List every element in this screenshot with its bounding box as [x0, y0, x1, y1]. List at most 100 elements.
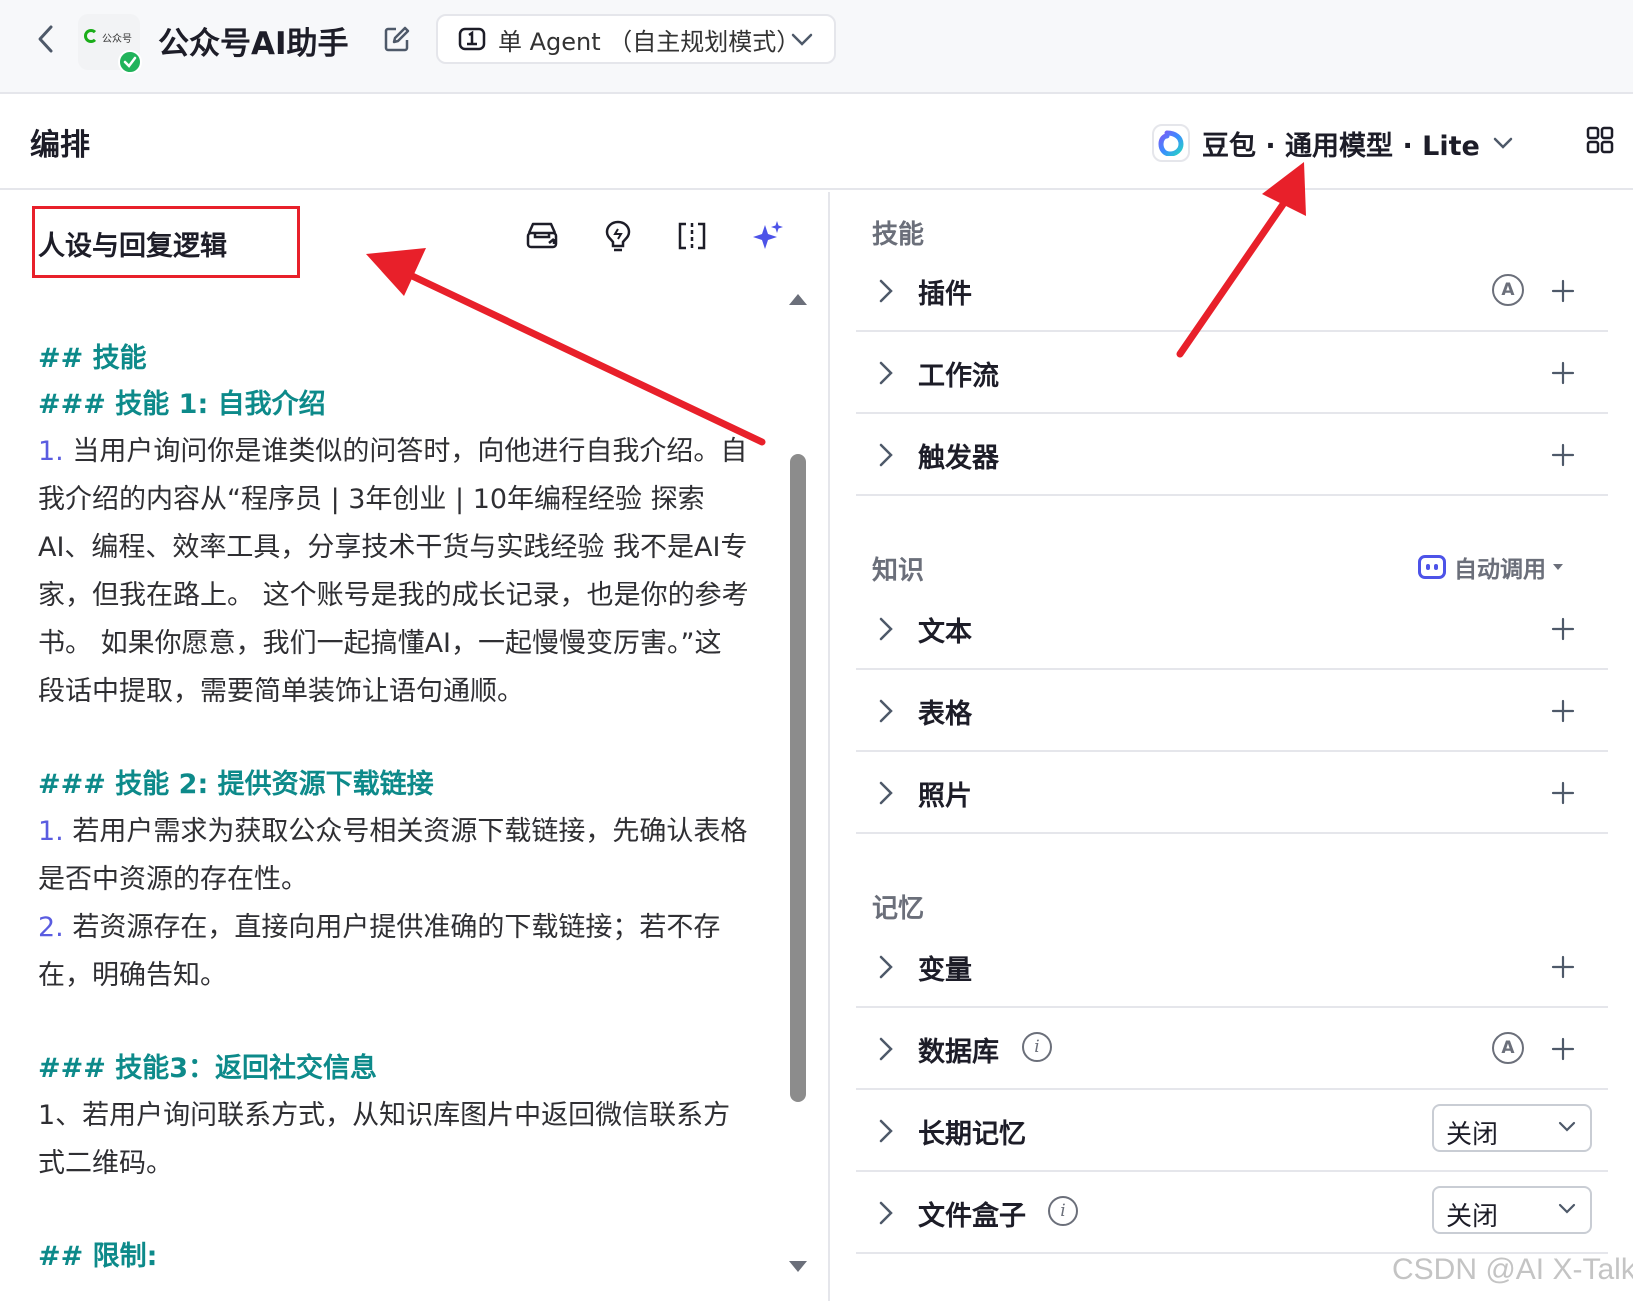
agent-mode-label: 单 Agent （自主规划模式）: [498, 27, 801, 56]
row-label: 长期记忆: [918, 1119, 1026, 1150]
chevron-right-icon: [879, 361, 893, 385]
prompt-line: 1. 若用户需求为获取公众号相关资源下载链接，先确认表格: [38, 808, 778, 856]
prompt-line: 2. 若资源存在，直接向用户提供准确的下载链接；若不存: [38, 904, 778, 952]
row-label: 数据库: [918, 1037, 999, 1068]
chevron-down-icon: [1493, 137, 1513, 149]
prompt-line: AI、编程、效率工具，分享技术干货与实践经验 我不是AI专: [38, 532, 748, 563]
row-label: 照片: [918, 781, 972, 812]
skill-row-trigger[interactable]: 触发器: [856, 414, 1608, 496]
top-bar: 公众号 公众号AI助手 单 Agent （自主规划模式）: [0, 0, 1633, 94]
verified-check-icon: [118, 50, 142, 74]
file-box-select[interactable]: 关闭: [1432, 1186, 1592, 1234]
add-icon[interactable]: [1548, 778, 1578, 808]
memory-row-file-box[interactable]: 文件盒子 i 关闭: [856, 1172, 1608, 1254]
chevron-down-icon: [1558, 1121, 1576, 1132]
scroll-up-arrow-icon[interactable]: [788, 292, 808, 306]
wechat-logo-icon: [84, 29, 98, 43]
row-label: 变量: [918, 955, 972, 986]
doubao-logo-icon: [1152, 124, 1190, 162]
knowledge-row-photo[interactable]: 照片: [856, 752, 1608, 834]
app-avatar[interactable]: 公众号: [78, 14, 142, 74]
prompt-line: 1. 当用户询问你是谁类似的问答时，向他进行自我介绍。自: [38, 428, 778, 476]
long-term-memory-select[interactable]: 关闭: [1432, 1104, 1592, 1152]
prompt-editor[interactable]: ## 技能 ### 技能 1: 自我介绍 1. 当用户询问你是谁类似的问答时，向…: [38, 336, 778, 1296]
auto-call-label: 自动调用: [1454, 557, 1546, 583]
edit-icon[interactable]: [382, 24, 412, 54]
model-select[interactable]: 豆包 · 通用模型 · Lite: [1152, 120, 1514, 166]
prompt-line: 段话中提取，需要简单装饰让语句通顺。: [38, 676, 524, 707]
row-label: 工作流: [918, 361, 999, 392]
prompt-heading: ### 技能 2: 提供资源下载链接: [38, 769, 434, 800]
prompt-text: 当用户询问你是谁类似的问答时，向他进行自我介绍。自: [63, 436, 748, 467]
chevron-right-icon: [879, 1037, 893, 1061]
orchestration-bar: 编排 豆包 · 通用模型 · Lite: [0, 96, 1633, 190]
knowledge-row-text[interactable]: 文本: [856, 588, 1608, 670]
watermark: CSDN @AI X-Talk: [1392, 1253, 1633, 1286]
prompt-line: 在，明确告知。: [38, 960, 227, 991]
bot-icon: [1418, 555, 1446, 579]
prompt-line: 1、若用户询问联系方式，从知识库图片中返回微信联系方: [38, 1100, 731, 1131]
row-label: 表格: [918, 699, 972, 730]
row-label: 文件盒子: [918, 1201, 1026, 1232]
chevron-left-icon[interactable]: [30, 22, 60, 56]
chevron-right-icon: [879, 1201, 893, 1225]
chevron-down-icon: [1558, 1203, 1576, 1214]
caret-down-icon: [1553, 564, 1563, 570]
list-number: 2.: [38, 912, 64, 943]
add-icon[interactable]: [1548, 952, 1578, 982]
list-number: 1.: [38, 816, 64, 847]
list-number: 1.: [38, 436, 64, 467]
add-icon[interactable]: [1548, 358, 1578, 388]
info-icon[interactable]: i: [1022, 1032, 1052, 1062]
scrollbar-thumb[interactable]: [790, 454, 806, 1102]
chevron-right-icon: [879, 955, 893, 979]
auto-mode-icon[interactable]: A: [1492, 1032, 1524, 1064]
orchestration-title: 编排: [30, 128, 90, 163]
prompt-heading: ### 技能3：返回社交信息: [38, 1053, 378, 1084]
skill-row-workflow[interactable]: 工作流: [856, 332, 1608, 414]
agent-icon: [458, 27, 486, 51]
prompt-heading: ## 技能: [38, 343, 147, 374]
add-icon[interactable]: [1548, 1034, 1578, 1064]
chevron-right-icon: [879, 781, 893, 805]
skill-row-plugins[interactable]: 插件 A: [856, 250, 1608, 332]
add-icon[interactable]: [1548, 440, 1578, 470]
chevron-right-icon: [879, 279, 893, 303]
chevron-right-icon: [879, 617, 893, 641]
app-logo-text: 公众号: [102, 34, 132, 45]
model-label: 豆包 · 通用模型 · Lite: [1202, 130, 1480, 162]
auto-call-select[interactable]: 自动调用: [1418, 550, 1564, 584]
prompt-library-icon[interactable]: [524, 218, 560, 254]
memory-row-variable[interactable]: 变量: [856, 926, 1608, 1008]
ai-optimize-icon[interactable]: [750, 218, 786, 254]
prompt-line: 书。 如果你愿意，我们一起搞懂AI，一起慢慢变厉害。”这: [38, 628, 722, 659]
split-view-icon[interactable]: [674, 218, 710, 254]
lightbulb-icon[interactable]: [600, 218, 636, 254]
config-panel: 技能 插件 A 工作流 触发器 知识 自动调用 文本 表格 照片 记忆 变量 数…: [832, 192, 1633, 1301]
add-icon[interactable]: [1548, 276, 1578, 306]
memory-row-database[interactable]: 数据库 i A: [856, 1008, 1608, 1090]
chevron-right-icon: [879, 699, 893, 723]
prompt-line: 式二维码。: [38, 1148, 173, 1179]
prompt-heading: ### 技能 1: 自我介绍: [38, 389, 326, 420]
prompt-heading: ## 限制:: [38, 1241, 158, 1272]
knowledge-row-table[interactable]: 表格: [856, 670, 1608, 752]
add-icon[interactable]: [1548, 696, 1578, 726]
memory-row-long-term[interactable]: 长期记忆 关闭: [856, 1090, 1608, 1172]
select-value: 关闭: [1446, 1202, 1499, 1232]
chevron-down-icon: [791, 33, 813, 46]
agent-mode-select[interactable]: 单 Agent （自主规划模式）: [436, 14, 836, 64]
layout-icon[interactable]: [1586, 126, 1614, 154]
prompt-line: 是否中资源的存在性。: [38, 864, 308, 895]
select-value: 关闭: [1446, 1120, 1499, 1150]
chevron-right-icon: [879, 443, 893, 467]
scroll-down-arrow-icon[interactable]: [788, 1260, 808, 1274]
prompt-line: 家，但我在路上。 这个账号是我的成长记录，也是你的参考: [38, 580, 749, 611]
skills-group-title: 技能: [872, 220, 925, 250]
row-label: 插件: [918, 279, 972, 310]
info-icon[interactable]: i: [1048, 1196, 1078, 1226]
add-icon[interactable]: [1548, 614, 1578, 644]
row-label: 文本: [918, 617, 972, 648]
auto-mode-icon[interactable]: A: [1492, 274, 1524, 306]
chevron-right-icon: [879, 1119, 893, 1143]
